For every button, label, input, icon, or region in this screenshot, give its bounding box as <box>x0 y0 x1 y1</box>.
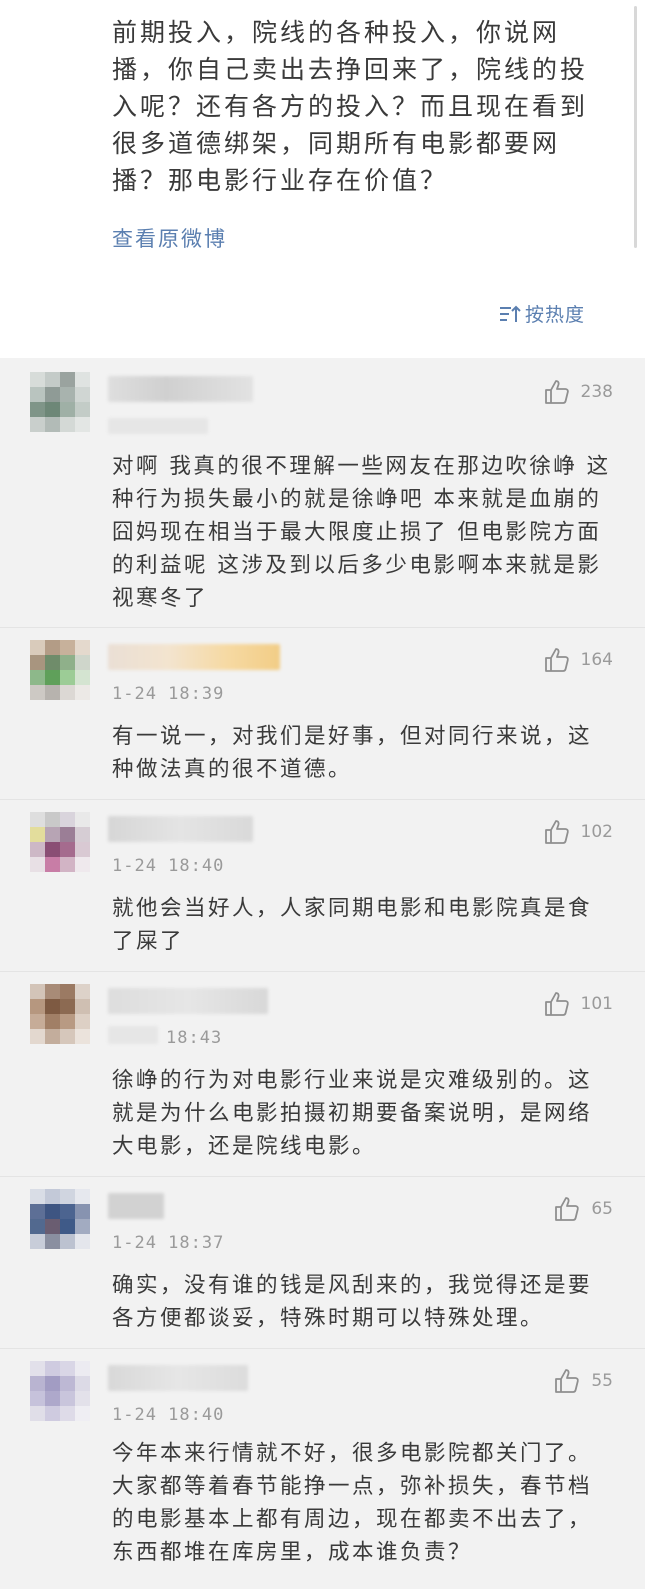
like-count: 55 <box>591 1371 613 1391</box>
like-count: 164 <box>580 650 613 670</box>
like-button[interactable]: 65 <box>553 1195 613 1223</box>
like-count: 101 <box>580 994 613 1014</box>
username-blurred[interactable] <box>108 988 268 1014</box>
like-count: 102 <box>580 822 613 842</box>
sort-label: 按热度 <box>524 304 585 326</box>
like-count: 65 <box>591 1199 613 1219</box>
comment-item: 1-24 18:39 164 有一说一，对我们是好事，但对同行来说，这种做法真的… <box>0 628 645 800</box>
sort-by-hot-button[interactable]: 按热度 <box>499 300 585 327</box>
username-blurred[interactable] <box>108 644 280 670</box>
comment-time: 1-24 18:40 <box>112 856 225 876</box>
comment-text: 今年本来行情就不好，很多电影院都关门了。大家都等着春节能挣一点，弥补损失，春节档… <box>112 1441 593 1565</box>
post-text: 前期投入，院线的各种投入，你说网播，你自己卖出去挣回来了，院线的投入呢？还有各方… <box>112 18 589 195</box>
sort-icon <box>499 305 521 322</box>
thumbs-up-icon <box>555 1369 580 1393</box>
original-post: 前期投入，院线的各种投入，你说网播，你自己卖出去挣回来了，院线的投入呢？还有各方… <box>0 0 645 358</box>
avatar[interactable] <box>30 640 90 700</box>
like-count: 238 <box>580 382 613 402</box>
like-button[interactable]: 102 <box>543 818 613 846</box>
comment-item: 1-24 18:40 55 今年本来行情就不好，很多电影院都关门了。大家都等着春… <box>0 1349 645 1589</box>
comment-item: 1-24 18:37 65 确实，没有谁的钱是风刮来的，我觉得还是要各方便都谈妥… <box>0 1177 645 1349</box>
avatar[interactable] <box>30 1361 90 1421</box>
username-blurred[interactable] <box>108 376 253 402</box>
thumbs-up-icon <box>544 992 569 1016</box>
like-button[interactable]: 238 <box>543 378 613 406</box>
avatar[interactable] <box>30 372 90 432</box>
thumbs-up-icon <box>544 820 569 844</box>
like-button[interactable]: 55 <box>553 1367 613 1395</box>
username-blurred[interactable] <box>108 1193 164 1219</box>
comment-text: 就他会当好人，人家同期电影和电影院真是食了屎了 <box>112 896 593 954</box>
avatar[interactable] <box>30 984 90 1044</box>
thumbs-up-icon <box>544 648 569 672</box>
comment-item: 238 对啊 我真的很不理解一些网友在那边吹徐峥 这种行为损失最小的就是徐峥吧 … <box>0 358 645 628</box>
comment-text: 徐峥的行为对电影行业来说是灾难级别的。这就是为什么电影拍摄初期要备案说明，是网络… <box>112 1068 593 1159</box>
comment-text: 对啊 我真的很不理解一些网友在那边吹徐峥 这种行为损失最小的就是徐峥吧 本来就是… <box>112 454 611 611</box>
thumbs-up-icon <box>555 1197 580 1221</box>
view-original-link[interactable]: 查看原微博 <box>112 223 625 253</box>
username-blurred[interactable] <box>108 816 253 842</box>
comment-item: 1-24 18:40 102 就他会当好人，人家同期电影和电影院真是食了屎了 <box>0 800 645 972</box>
comment-time: 1-24 18:40 <box>112 1405 225 1425</box>
username-blurred[interactable] <box>108 1365 248 1391</box>
comment-text: 确实，没有谁的钱是风刮来的，我觉得还是要各方便都谈妥，特殊时期可以特殊处理。 <box>112 1273 593 1331</box>
scrollbar[interactable] <box>634 6 637 248</box>
comment-text: 有一说一，对我们是好事，但对同行来说，这种做法真的很不道德。 <box>112 724 593 782</box>
like-button[interactable]: 164 <box>543 646 613 674</box>
like-button[interactable]: 101 <box>543 990 613 1018</box>
avatar[interactable] <box>30 812 90 872</box>
comment-item: 18:43 101 徐峥的行为对电影行业来说是灾难级别的。这就是为什么电影拍摄初… <box>0 972 645 1177</box>
time-blurred <box>108 418 208 434</box>
avatar[interactable] <box>30 1189 90 1249</box>
comment-time: 18:43 <box>166 1028 223 1048</box>
date-blurred <box>108 1026 158 1044</box>
thumbs-up-icon <box>544 380 569 404</box>
comment-time: 1-24 18:39 <box>112 684 225 704</box>
comment-time: 1-24 18:37 <box>112 1233 225 1253</box>
